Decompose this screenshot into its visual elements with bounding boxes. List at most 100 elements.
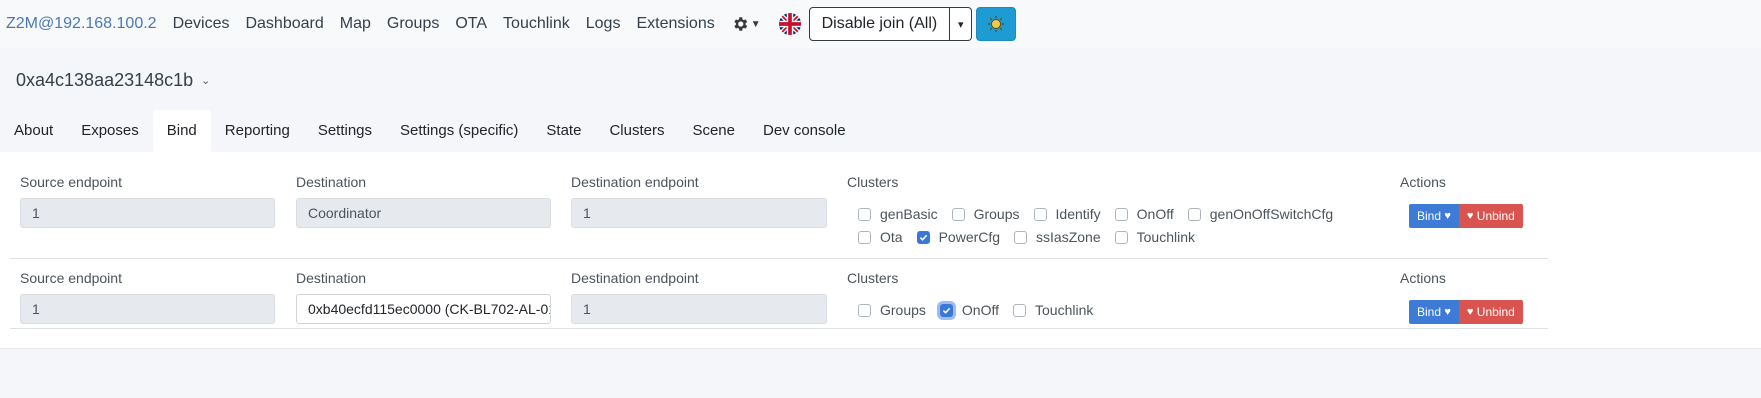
chevron-down-icon: ▾ [957,18,964,31]
cluster-checkbox-onoff[interactable]: OnOff [939,302,999,318]
bind-button[interactable]: Bind ♥ [1409,300,1459,324]
tab-scene[interactable]: Scene [678,110,749,152]
cluster-checkbox-ssiaszone[interactable]: ssIasZone [1014,229,1101,245]
heart-icon: ♥ [1444,210,1451,222]
uk-flag-icon[interactable] [778,13,801,35]
checkbox-checked[interactable] [916,230,930,244]
checkbox[interactable] [1033,207,1047,221]
checkbox[interactable] [1114,230,1128,244]
cluster-label: Groups [973,206,1020,222]
cluster-checkbox-genbasic[interactable]: genBasic [858,206,938,222]
check-icon [919,234,927,241]
tab-settings[interactable]: Settings [304,110,386,152]
nav-map[interactable]: Map [332,15,379,33]
clusters-checkbox-list: genBasic Groups Identify OnOff genOnOffS… [858,206,1347,222]
clusters-label: Clusters [847,174,899,190]
check-icon [942,307,951,314]
permit-join-timer-button[interactable] [976,7,1017,41]
bind-row: Source endpoint Destination Destination … [10,152,1548,259]
checkbox-checked[interactable] [939,303,953,317]
chevron-down-icon: ⌄ [201,75,211,87]
tab-reporting[interactable]: Reporting [211,110,304,152]
cluster-label: Ota [880,229,903,245]
cluster-label: Groups [880,302,926,318]
device-title: 0xa4c138aa23148c1b [16,70,194,90]
destination-label: Destination [296,174,367,190]
nav-ota[interactable]: OTA [447,15,495,33]
clusters-checkbox-list: Groups OnOff Touchlink [858,302,1107,318]
tab-bind[interactable]: Bind [152,110,211,152]
source-endpoint-select[interactable]: 1 [20,294,275,324]
device-tabs: About Exposes Bind Reporting Settings Se… [0,110,860,152]
bind-panel: Source endpoint Destination Destination … [0,152,1761,349]
tab-state[interactable]: State [532,110,595,152]
cluster-checkbox-ota[interactable]: Ota [858,229,903,245]
unbind-button-label: Unbind [1476,305,1515,319]
cluster-checkbox-groups[interactable]: Groups [858,302,926,318]
destination-endpoint-label: Destination endpoint [571,174,699,190]
destination-endpoint-label: Destination endpoint [571,270,699,286]
brand-link[interactable]: Z2M@192.168.100.2 [6,15,157,33]
top-navbar: Z2M@192.168.100.2 Devices Dashboard Map … [0,0,1761,48]
tab-clusters[interactable]: Clusters [595,110,678,152]
destination-select[interactable]: 0xb40ecfd115ec0000 (CK-BL702-AL-01) [296,294,551,324]
checkbox[interactable] [858,303,871,317]
checkbox[interactable] [858,207,871,221]
checkbox[interactable] [1187,207,1201,221]
device-selector[interactable]: 0xa4c138aa23148c1b ⌄ [16,70,210,91]
unbind-button[interactable]: ♥ Unbind [1458,204,1523,228]
source-endpoint-label: Source endpoint [20,174,122,190]
nav-touchlink[interactable]: Touchlink [495,15,578,33]
join-target-dropdown[interactable]: ▾ [950,7,973,41]
cluster-checkbox-touchlink[interactable]: Touchlink [1114,229,1196,245]
cluster-label: genOnOffSwitchCfg [1209,206,1334,222]
cluster-checkbox-identify[interactable]: Identify [1033,206,1101,222]
clusters-checkbox-list: Ota PowerCfg ssIasZone Touchlink [858,229,1209,245]
clusters-label: Clusters [847,270,899,286]
cluster-label: ssIasZone [1036,229,1101,245]
gear-icon [734,17,747,31]
bind-actions: Bind ♥ ♥ Unbind [1409,300,1523,324]
destination-endpoint-select[interactable]: 1 [571,294,827,324]
nav-groups[interactable]: Groups [379,15,447,33]
destination-endpoint-select[interactable]: 1 [571,198,827,228]
checkbox[interactable] [1114,207,1128,221]
nav-devices[interactable]: Devices [165,15,238,33]
heart-icon: ♥ [1444,306,1451,318]
destination-select[interactable]: Coordinator [296,198,551,228]
tab-about[interactable]: About [0,110,67,152]
checkbox[interactable] [1014,230,1028,244]
checkbox[interactable] [951,207,965,221]
checkbox[interactable] [858,230,871,244]
broken-heart-icon: ♥ [1466,306,1474,318]
tab-settings-specific[interactable]: Settings (specific) [386,110,532,152]
destination-label: Destination [296,270,367,286]
tab-dev-console[interactable]: Dev console [749,110,860,152]
cluster-checkbox-genonoffswitchcfg[interactable]: genOnOffSwitchCfg [1187,206,1334,222]
source-endpoint-select[interactable]: 1 [20,198,275,228]
chevron-down-icon: ▼ [750,18,761,30]
bind-actions: Bind ♥ ♥ Unbind [1409,204,1523,228]
disable-join-button[interactable]: Disable join (All) [808,7,951,41]
bind-button[interactable]: Bind ♥ [1409,204,1459,228]
cluster-label: Identify [1055,206,1101,222]
cluster-label: PowerCfg [938,229,1001,245]
nav-logs[interactable]: Logs [578,15,629,33]
cluster-checkbox-touchlink[interactable]: Touchlink [1013,302,1093,318]
bind-button-label: Bind [1417,305,1442,319]
checkbox[interactable] [1013,303,1027,317]
tab-exposes[interactable]: Exposes [67,110,153,152]
cluster-checkbox-powercfg[interactable]: PowerCfg [916,229,1001,245]
cluster-label: genBasic [880,206,938,222]
actions-label: Actions [1400,174,1446,190]
cluster-label: Touchlink [1136,229,1196,245]
permit-join-group: Disable join (All) ▾ [808,7,973,41]
cluster-label: Touchlink [1035,302,1094,318]
settings-dropdown[interactable]: ▼ [731,15,761,33]
actions-label: Actions [1400,270,1446,286]
cluster-checkbox-groups[interactable]: Groups [951,206,1020,222]
cluster-checkbox-onoff[interactable]: OnOff [1114,206,1174,222]
nav-extensions[interactable]: Extensions [628,15,722,33]
nav-dashboard[interactable]: Dashboard [237,15,331,33]
unbind-button[interactable]: ♥ Unbind [1458,300,1523,324]
